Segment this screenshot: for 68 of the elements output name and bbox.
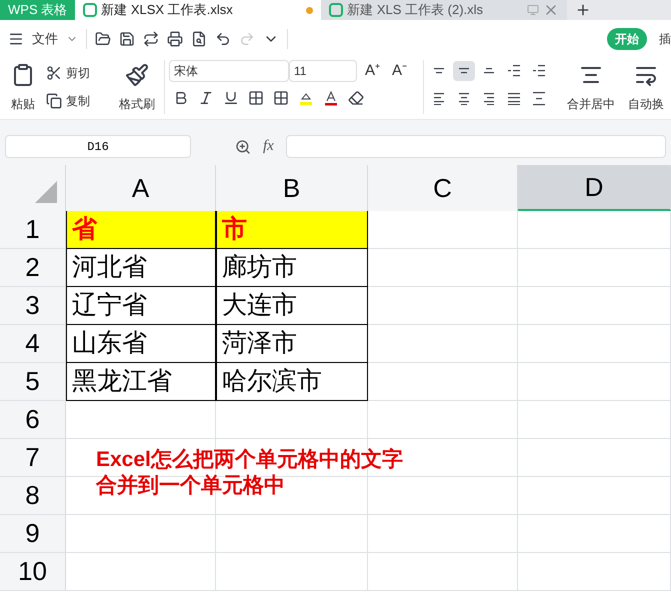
- menu-icon[interactable]: [8, 31, 24, 47]
- align-icon: [459, 92, 469, 106]
- row-header[interactable]: 5: [0, 363, 66, 400]
- copy-icon[interactable]: [46, 93, 62, 109]
- ribbon-tab[interactable]: 插: [659, 30, 671, 48]
- align-icon: [508, 65, 520, 77]
- copy-button[interactable]: 复制: [66, 92, 90, 110]
- sheet-file-icon: [83, 3, 98, 17]
- format-painter-icon[interactable]: [125, 63, 149, 87]
- font-color-icon[interactable]: [323, 90, 339, 106]
- cut-button[interactable]: 剪切: [66, 64, 90, 82]
- table-cell: 哈尔滨市: [216, 363, 368, 401]
- annotation-text: Excel怎么把两个单元格中的文字 合并到一个单元格中: [96, 447, 403, 499]
- italic-icon[interactable]: [198, 90, 214, 106]
- align-icon: [434, 68, 444, 74]
- sheet-file-icon: [329, 3, 344, 17]
- table-cell: 大连市: [216, 287, 368, 325]
- shrink-font-button[interactable]: A⁻: [392, 63, 408, 79]
- table-cell: 市: [216, 211, 368, 249]
- table-cell: 菏泽市: [216, 325, 368, 363]
- table-cell: 省: [66, 211, 216, 249]
- table-cell: 廊坊市: [216, 249, 368, 287]
- row-header[interactable]: 9: [0, 515, 66, 552]
- document-tab[interactable]: 新建 XLS 工作表 (2).xls: [321, 0, 568, 20]
- wrap-text-button[interactable]: 自动换: [628, 95, 664, 113]
- row-header[interactable]: 10: [0, 553, 66, 590]
- row-header[interactable]: 3: [0, 287, 66, 324]
- underline-icon[interactable]: [223, 90, 239, 106]
- font-name-field[interactable]: 宋体: [169, 60, 289, 82]
- font-size-field[interactable]: 11: [289, 60, 357, 82]
- align-icon: [508, 92, 520, 106]
- row-header[interactable]: 4: [0, 325, 66, 362]
- table-cell: 山东省: [66, 325, 216, 363]
- zoom-icon[interactable]: [235, 138, 251, 154]
- row-header[interactable]: 6: [0, 401, 66, 438]
- table-cell: 辽宁省: [66, 287, 216, 325]
- align-icon: [533, 65, 545, 77]
- align-button[interactable]: [453, 61, 475, 81]
- align-icon: [533, 92, 545, 106]
- row-header[interactable]: 1: [0, 211, 66, 248]
- align-icon: [434, 92, 444, 106]
- file-menu[interactable]: 文件: [32, 29, 58, 49]
- paste-button[interactable]: 粘贴: [11, 95, 35, 113]
- undo-icon[interactable]: [215, 31, 231, 47]
- border-icon[interactable]: [248, 90, 264, 106]
- table-cell: 黑龙江省: [66, 363, 216, 401]
- row-header[interactable]: 8: [0, 477, 66, 514]
- column-header[interactable]: D: [518, 165, 671, 211]
- open-icon[interactable]: [95, 31, 111, 47]
- format-painter-button[interactable]: 格式刷: [119, 95, 155, 113]
- row-header[interactable]: 7: [0, 439, 66, 476]
- align-icon: [484, 92, 494, 106]
- print-icon[interactable]: [167, 31, 183, 47]
- formula-field[interactable]: [286, 135, 666, 158]
- row-header[interactable]: 2: [0, 249, 66, 286]
- table-cell: 河北省: [66, 249, 216, 287]
- merge-center-button[interactable]: 合并居中: [567, 95, 615, 113]
- align-icon: [484, 68, 494, 74]
- document-tab[interactable]: 新建 XLSX 工作表.xlsx: [75, 0, 322, 20]
- grow-font-button[interactable]: A⁺: [365, 63, 380, 79]
- preview-icon[interactable]: [191, 31, 207, 47]
- name-box[interactable]: D16: [5, 135, 191, 158]
- save-icon[interactable]: [119, 31, 135, 47]
- paste-icon[interactable]: [11, 63, 35, 87]
- function-button[interactable]: fx: [263, 135, 274, 158]
- align-icon: [459, 68, 469, 74]
- eraser-icon[interactable]: [348, 90, 364, 106]
- cut-icon[interactable]: [46, 65, 62, 81]
